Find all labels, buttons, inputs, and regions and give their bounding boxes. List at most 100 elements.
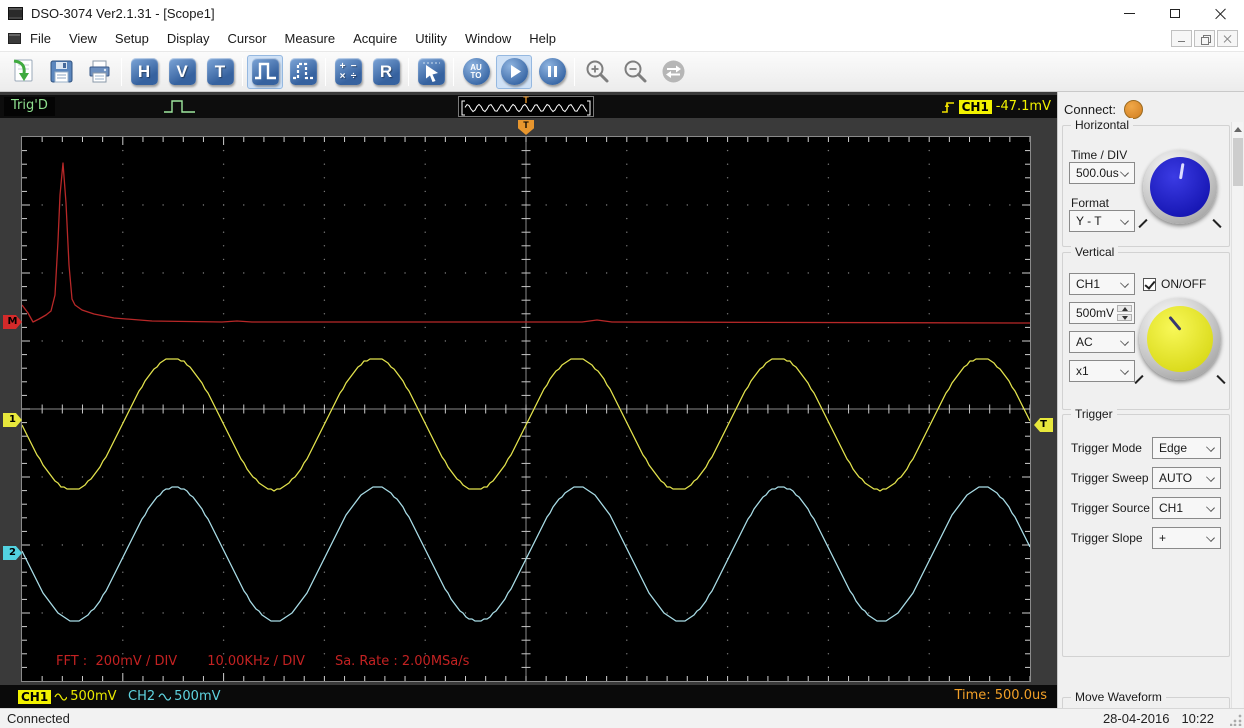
autoset-icon: AU TO — [462, 58, 490, 85]
ch2-scale: 500mV — [174, 689, 221, 704]
trigger-level-marker[interactable]: T — [1034, 418, 1053, 432]
spin-down-button[interactable] — [1117, 314, 1132, 321]
pulse-dashed-icon — [289, 58, 317, 85]
pulse-measure-button[interactable] — [285, 55, 321, 89]
chevron-down-icon — [1120, 337, 1129, 346]
close-button[interactable] — [1198, 0, 1244, 26]
ch1-position-marker[interactable]: 1 — [3, 413, 22, 427]
cursor-arrow-icon — [417, 58, 445, 85]
horizontal-settings-button[interactable]: H — [126, 55, 162, 89]
print-button[interactable] — [81, 55, 117, 89]
trigger-mode-label: Trigger Mode — [1071, 441, 1142, 455]
control-panel: Connect: Horizontal Time / DIV 500.0us F… — [1057, 92, 1244, 708]
trigger-mode-select[interactable]: Edge — [1152, 437, 1221, 459]
scrollbar-thumb[interactable] — [1233, 138, 1243, 186]
vertical-position-knob[interactable] — [1139, 298, 1221, 380]
channel-onoff[interactable]: ON/OFF — [1143, 277, 1206, 291]
refresh-sync-icon — [662, 60, 684, 83]
ch2-ac-coupling-icon — [158, 692, 172, 701]
ch1-scale: 500mV — [70, 689, 117, 704]
trigger-slope-label: Trigger Slope — [1071, 531, 1143, 545]
toolbar-separator — [242, 57, 243, 86]
checkbox-checked-icon[interactable] — [1143, 277, 1156, 291]
channel-select[interactable]: CH1 — [1069, 273, 1135, 295]
menu-help[interactable]: Help — [520, 27, 565, 50]
waveform-preview[interactable]: T — [458, 95, 594, 117]
scroll-up-button[interactable] — [1232, 122, 1244, 137]
scope-area: Trig'D T CH1 -47.1mV T FFT : 200mV / DIV… — [0, 92, 1057, 708]
reference-icon: R — [372, 58, 400, 85]
window-title: DSO-3074 Ver2.1.31 - [Scope1] — [31, 5, 215, 21]
ch2-readout: CH2 500mV — [128, 687, 221, 706]
volts-div-spinner[interactable]: 500mV — [1069, 302, 1135, 324]
format-select[interactable]: Y - T — [1069, 210, 1135, 232]
ch1-readout: CH1 500mV — [18, 687, 117, 706]
time-div-select[interactable]: 500.0us — [1069, 162, 1135, 184]
trigger-source-select[interactable]: CH1 — [1152, 497, 1221, 519]
zoom-out-button[interactable] — [617, 55, 653, 89]
minimize-icon — [1123, 12, 1135, 14]
status-time: 10:22 — [1181, 711, 1214, 726]
time-div-label: Time / DIV — [1071, 148, 1128, 162]
pulse-display-button[interactable] — [247, 54, 283, 89]
chevron-down-icon — [1206, 533, 1215, 542]
open-icon — [13, 59, 32, 82]
scope-status-bar: Trig'D T CH1 -47.1mV — [0, 95, 1057, 118]
menu-cursor[interactable]: Cursor — [219, 27, 276, 50]
toolbar: H V T + − × ÷ R AU TO — [0, 52, 1244, 92]
save-button[interactable] — [43, 55, 79, 89]
trigger-group: Trigger Trigger Mode Edge Trigger Sweep … — [1062, 407, 1230, 657]
acquisition-pulse-icon — [164, 100, 195, 113]
horizontal-position-knob[interactable] — [1143, 150, 1217, 224]
menu-file[interactable]: File — [21, 27, 60, 50]
run-button[interactable] — [496, 54, 532, 89]
trigger-settings-button[interactable]: T — [202, 55, 238, 89]
arrow-up-icon — [1121, 306, 1128, 311]
knob-indicator — [1179, 163, 1184, 180]
mdi-minimize-icon — [1178, 41, 1185, 42]
menu-window[interactable]: Window — [456, 27, 520, 50]
mdi-minimize-button[interactable] — [1171, 30, 1192, 47]
probe-select[interactable]: x1 — [1069, 360, 1135, 382]
trigger-slope-select[interactable]: + — [1152, 527, 1221, 549]
horizontal-icon: H — [130, 58, 158, 85]
coupling-select[interactable]: AC — [1069, 331, 1135, 353]
menu-utility[interactable]: Utility — [406, 27, 456, 50]
toolbar-separator — [121, 57, 122, 86]
pause-button[interactable] — [534, 55, 570, 89]
zoom-in-button[interactable] — [579, 55, 615, 89]
trigger-time-marker[interactable]: T — [518, 120, 534, 135]
menu-acquire[interactable]: Acquire — [344, 27, 406, 50]
refresh-button[interactable] — [655, 55, 691, 89]
move-waveform-group: Move Waveform — [1062, 690, 1230, 708]
toolbar-separator — [408, 57, 409, 86]
mdi-restore-button[interactable] — [1194, 30, 1215, 47]
close-icon — [1215, 7, 1227, 19]
menu-measure[interactable]: Measure — [276, 27, 345, 50]
panel-scrollbar[interactable] — [1231, 122, 1243, 708]
mdi-close-icon — [1224, 35, 1232, 43]
trigger-sweep-select[interactable]: AUTO — [1152, 467, 1221, 489]
open-button[interactable] — [5, 55, 41, 89]
minimize-button[interactable] — [1106, 0, 1152, 26]
maximize-button[interactable] — [1152, 0, 1198, 26]
menu-display[interactable]: Display — [158, 27, 219, 50]
autoset-button[interactable]: AU TO — [458, 55, 494, 89]
ch2-position-marker[interactable]: 2 — [3, 546, 22, 560]
title-bar: DSO-3074 Ver2.1.31 - [Scope1] — [0, 0, 1244, 26]
toolbar-separator — [574, 57, 575, 86]
menu-view[interactable]: View — [60, 27, 106, 50]
trigger-sweep-label: Trigger Sweep — [1071, 471, 1149, 485]
resize-grip[interactable] — [1230, 714, 1242, 726]
mdi-restore-icon — [1200, 34, 1211, 45]
waveform-display[interactable]: FFT : 200mV / DIV 10.00KHz / DIV Sa. Rat… — [21, 137, 1031, 681]
cursor-measure-button[interactable] — [413, 55, 449, 89]
mdi-close-button[interactable] — [1217, 30, 1238, 47]
vertical-settings-button[interactable]: V — [164, 55, 200, 89]
spin-up-button[interactable] — [1117, 305, 1132, 312]
arrow-up-icon — [1234, 127, 1242, 132]
menu-setup[interactable]: Setup — [106, 27, 158, 50]
math-button[interactable]: + − × ÷ — [330, 55, 366, 89]
math-channel-marker[interactable]: M — [3, 315, 22, 329]
reference-button[interactable]: R — [368, 55, 404, 89]
